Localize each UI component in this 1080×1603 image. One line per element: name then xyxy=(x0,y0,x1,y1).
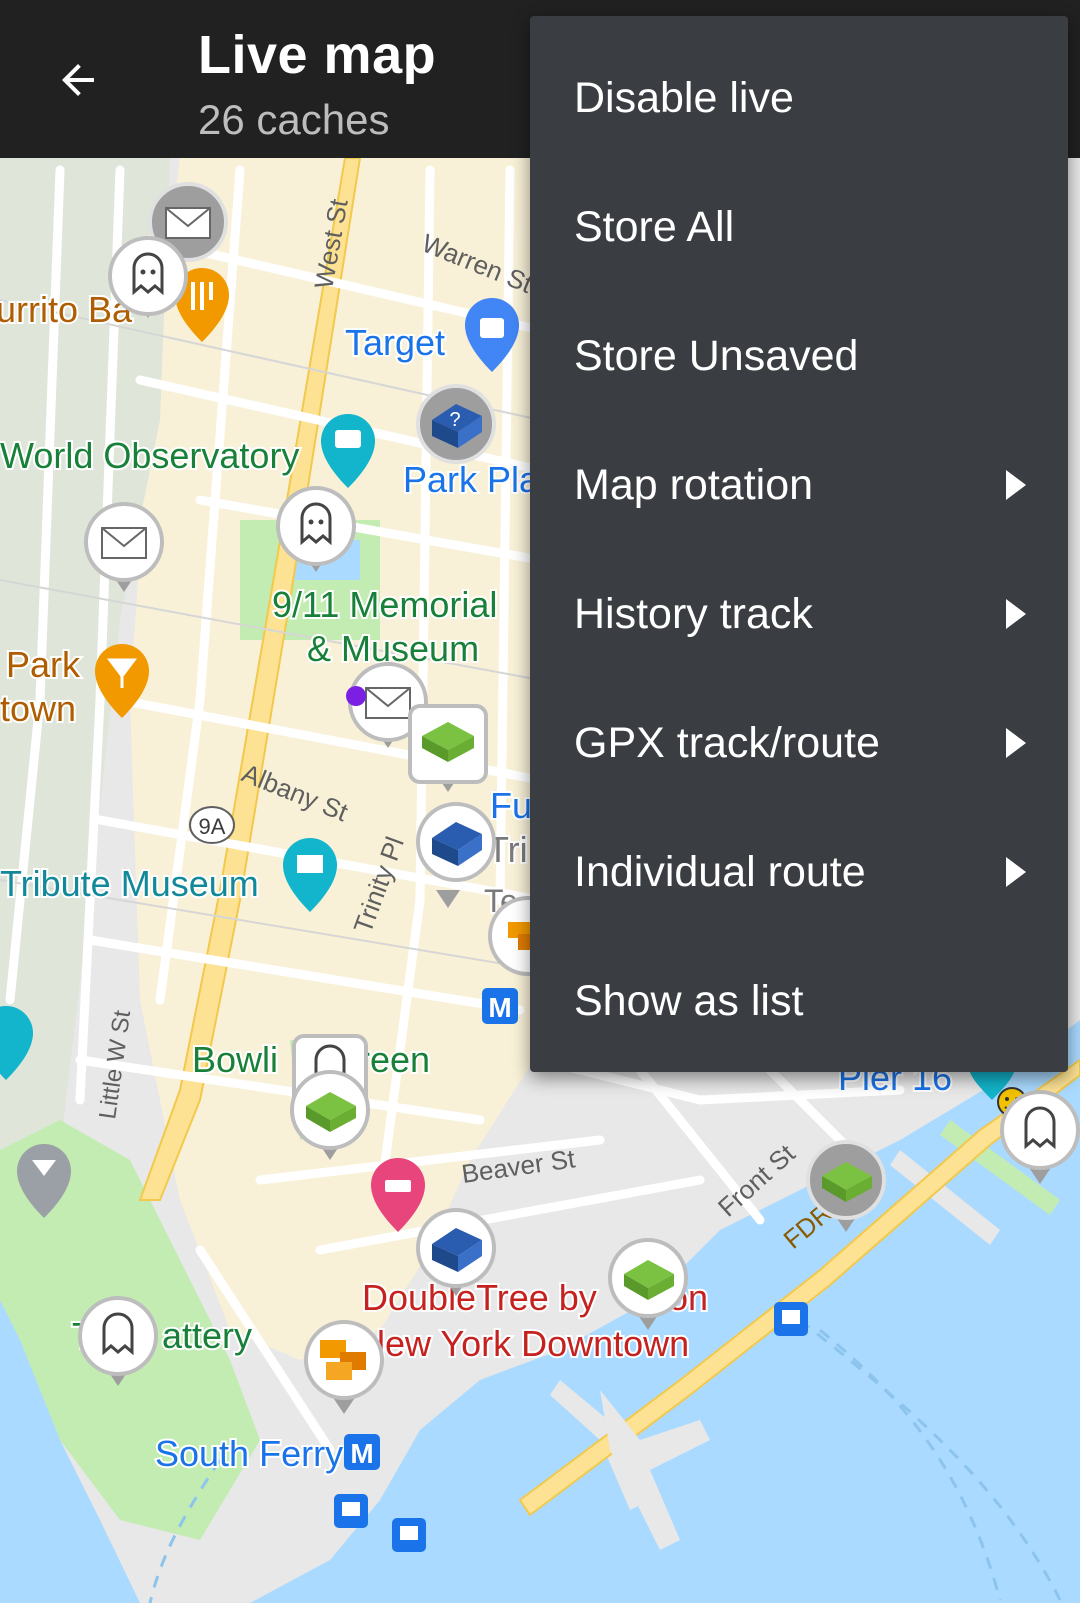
map-label-battery-2: attery xyxy=(162,1315,252,1356)
menu-item-map-rotation[interactable]: Map rotation xyxy=(530,419,1068,551)
map-label-tribute-museum: Tribute Museum xyxy=(0,863,259,904)
map-label-bowling-green-1: Bowli xyxy=(192,1039,278,1080)
ferry-terminal-icon[interactable] xyxy=(392,1518,426,1552)
mystery-cache-icon[interactable]: ? xyxy=(416,384,496,464)
menu-item-show-as-list[interactable]: Show as list xyxy=(530,935,1068,1067)
route-9a-shield: 9A xyxy=(189,806,235,844)
ferry-terminal-icon[interactable] xyxy=(334,1494,368,1528)
map-label-south-ferry: South Ferry xyxy=(155,1433,343,1474)
ferry-terminal-icon[interactable] xyxy=(774,1302,808,1336)
menu-item-store-all[interactable]: Store All xyxy=(530,161,1068,293)
metro-icon[interactable]: M xyxy=(344,1434,380,1470)
map-label-bowling-green-2: reen xyxy=(358,1039,430,1080)
map-label-fu: Fu xyxy=(490,785,532,826)
menu-item-disable-live[interactable]: Disable live xyxy=(530,32,1068,164)
map-label-world-observatory: World Observatory xyxy=(0,435,299,476)
page-subtitle: 26 caches xyxy=(198,96,390,143)
svg-text:M: M xyxy=(350,1438,373,1469)
menu-item-label: Map rotation xyxy=(574,460,814,509)
menu-item-label: Individual route xyxy=(574,847,866,896)
menu-item-label: Store All xyxy=(574,202,735,251)
metro-icon[interactable]: M xyxy=(482,988,518,1024)
page-title: Live map xyxy=(198,25,437,85)
menu-item-label: Store Unsaved xyxy=(574,331,859,380)
menu-item-store-unsaved[interactable]: Store Unsaved xyxy=(530,290,1068,422)
map-label-memorial-1: 9/11 Memorial xyxy=(272,584,497,625)
menu-item-label: Show as list xyxy=(574,976,804,1025)
map-label-park-place: Park Pla xyxy=(403,459,540,500)
menu-item-history-track[interactable]: History track xyxy=(530,548,1068,680)
menu-item-label: History track xyxy=(574,589,813,638)
back-button[interactable] xyxy=(40,42,116,118)
svg-text:M: M xyxy=(488,992,511,1023)
map-label-town: town xyxy=(0,688,76,729)
menu-item-label: GPX track/route xyxy=(574,718,880,767)
map-label-park: Park xyxy=(6,644,81,685)
overflow-menu: Disable live Store All Store Unsaved Map… xyxy=(530,16,1068,1072)
submenu-arrow-icon xyxy=(986,599,1046,629)
traditional-cache-icon[interactable] xyxy=(408,704,488,792)
submenu-arrow-icon xyxy=(986,857,1046,887)
submenu-arrow-icon xyxy=(986,728,1046,758)
svg-text:?: ? xyxy=(449,409,460,431)
submenu-arrow-icon xyxy=(986,470,1046,500)
map-label-target: Target xyxy=(345,322,445,363)
arrow-back-icon xyxy=(62,64,94,96)
menu-item-gpx-track-route[interactable]: GPX track/route xyxy=(530,677,1068,809)
svg-text:9A: 9A xyxy=(199,814,226,839)
location-dot xyxy=(346,686,366,706)
menu-item-label: Disable live xyxy=(574,73,794,122)
menu-item-individual-route[interactable]: Individual route xyxy=(530,806,1068,938)
map-label-doubletree-1: DoubleTree by xyxy=(362,1277,597,1318)
map-label-doubletree-2: lew York Downtown xyxy=(377,1323,689,1364)
